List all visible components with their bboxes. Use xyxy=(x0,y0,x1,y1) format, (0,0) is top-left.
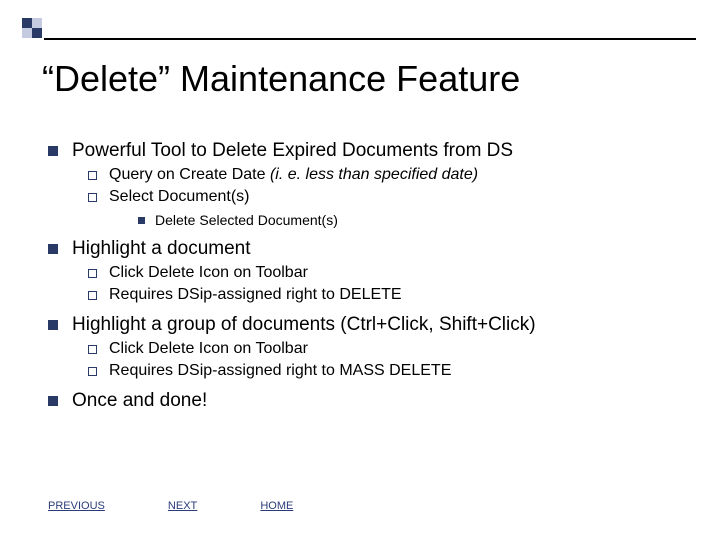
bullet-level2: Requires DSip-assigned right to DELETE xyxy=(88,286,690,304)
bullet-level3: Delete Selected Document(s) xyxy=(138,212,690,228)
bullet-level2: Select Document(s) xyxy=(88,188,690,206)
bullet-level2: Requires DSip-assigned right to MASS DEL… xyxy=(88,362,690,380)
bullet-text: Powerful Tool to Delete Expired Document… xyxy=(72,140,513,162)
bullet-level1: Highlight a group of documents (Ctrl+Cli… xyxy=(48,314,690,336)
bullet-text: Highlight a group of documents (Ctrl+Cli… xyxy=(72,314,536,336)
bullet-text: Once and done! xyxy=(72,390,207,412)
bullet-text: Highlight a document xyxy=(72,238,251,260)
square-bullet-icon xyxy=(48,396,58,406)
next-link[interactable]: NEXT xyxy=(168,500,197,512)
hollow-square-bullet-icon xyxy=(88,367,97,376)
slide-title: “Delete” Maintenance Feature xyxy=(42,58,520,100)
square-bullet-icon xyxy=(48,320,58,330)
hollow-square-bullet-icon xyxy=(88,291,97,300)
square-bullet-icon xyxy=(48,244,58,254)
bullet-text: Select Document(s) xyxy=(109,188,250,206)
bullet-text: Requires DSip-assigned right to MASS DEL… xyxy=(109,362,451,380)
bullet-text: Click Delete Icon on Toolbar xyxy=(109,264,308,282)
small-square-bullet-icon xyxy=(138,217,145,224)
bullet-level2: Query on Create Date (i. e. less than sp… xyxy=(88,166,690,184)
bullet-level2: Click Delete Icon on Toolbar xyxy=(88,264,690,282)
header-divider xyxy=(44,38,696,40)
bullet-text: Delete Selected Document(s) xyxy=(155,212,338,228)
bullet-text: Requires DSip-assigned right to DELETE xyxy=(109,286,402,304)
bullet-level1: Highlight a document xyxy=(48,238,690,260)
home-link[interactable]: HOME xyxy=(260,500,293,512)
previous-link[interactable]: PREVIOUS xyxy=(48,500,105,512)
hollow-square-bullet-icon xyxy=(88,269,97,278)
square-bullet-icon xyxy=(48,146,58,156)
bullet-level1: Powerful Tool to Delete Expired Document… xyxy=(48,140,690,162)
bullet-text: Query on Create Date (i. e. less than sp… xyxy=(109,166,478,184)
slide-nav: PREVIOUS NEXT HOME xyxy=(48,500,353,512)
bullet-level2: Click Delete Icon on Toolbar xyxy=(88,340,690,358)
slide-accent-squares xyxy=(22,18,42,38)
hollow-square-bullet-icon xyxy=(88,171,97,180)
hollow-square-bullet-icon xyxy=(88,345,97,354)
hollow-square-bullet-icon xyxy=(88,193,97,202)
bullet-text: Click Delete Icon on Toolbar xyxy=(109,340,308,358)
slide-body: Powerful Tool to Delete Expired Document… xyxy=(48,130,690,416)
bullet-level1: Once and done! xyxy=(48,390,690,412)
